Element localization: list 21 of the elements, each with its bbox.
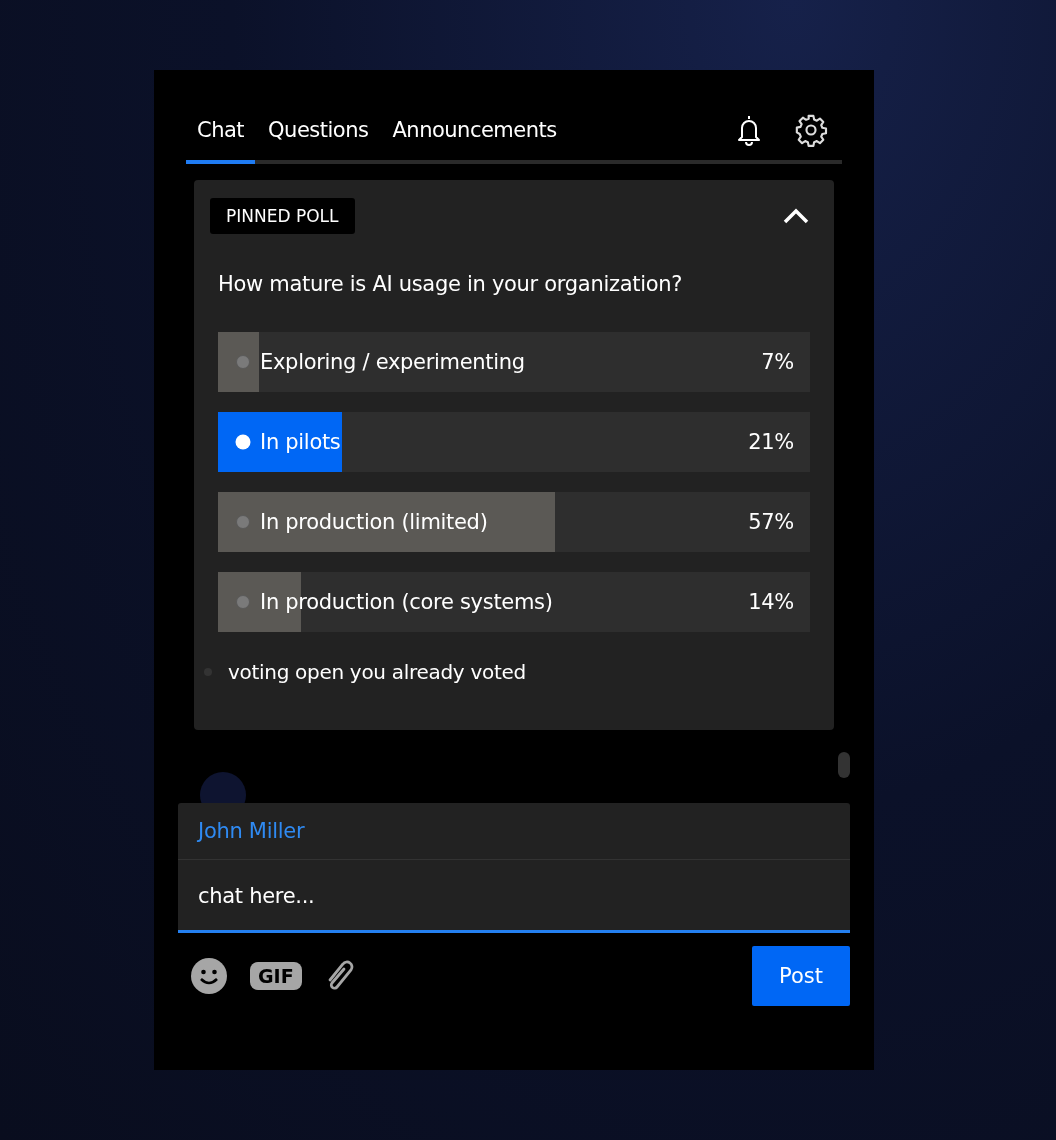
option-percent: 14% xyxy=(748,590,794,614)
option-label: In production (limited) xyxy=(260,510,489,534)
option-percent: 7% xyxy=(761,350,794,374)
tab[interactable]: Chat xyxy=(186,100,256,164)
option-label: In pilots xyxy=(260,430,342,454)
poll-option[interactable]: In pilots 21% xyxy=(218,412,810,472)
post-button[interactable]: Post xyxy=(752,946,850,1006)
poll-status: voting open you already voted xyxy=(228,660,526,684)
poll-option[interactable]: Exploring / experimenting 7% xyxy=(218,332,810,392)
option-label: In production (core systems) xyxy=(260,590,554,614)
tab[interactable]: Questions xyxy=(257,100,380,164)
option-label: Exploring / experimenting xyxy=(260,350,526,374)
poll-option[interactable]: In production (limited) 57% xyxy=(218,492,810,552)
pinned-poll-label: PINNED POLL xyxy=(210,198,355,234)
poll-option[interactable]: In production (core systems) 14% xyxy=(218,572,810,632)
gif-button[interactable]: GIF xyxy=(250,962,302,990)
poll-question: How mature is AI usage in your organization? xyxy=(218,272,684,296)
user-name: John Miller xyxy=(178,803,850,860)
option-percent: 57% xyxy=(748,510,794,534)
option-percent: 21% xyxy=(748,430,794,454)
tab[interactable]: Announcements xyxy=(381,100,568,164)
